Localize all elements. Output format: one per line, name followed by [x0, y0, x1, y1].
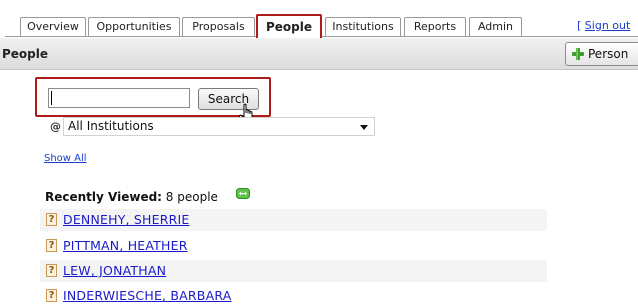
- recently-viewed-label: Recently Viewed:: [45, 190, 162, 204]
- add-person-label: Person: [588, 47, 629, 61]
- question-badge-icon: ?: [46, 239, 57, 252]
- list-item: ? INDERWIESCHE, BARBARA: [40, 285, 547, 307]
- page-title: People: [2, 47, 49, 61]
- show-all-link[interactable]: Show All: [44, 153, 87, 164]
- at-symbol-icon: @: [50, 120, 61, 133]
- tab-proposals[interactable]: Proposals: [182, 17, 255, 36]
- sign-out-link[interactable]: [ Sign out: [577, 19, 630, 32]
- person-link[interactable]: PITTMAN, HEATHER: [63, 238, 188, 253]
- plus-icon: [572, 48, 584, 60]
- question-badge-icon: ?: [46, 213, 57, 226]
- list-item: ? DENNEHY, SHERRIE: [40, 209, 547, 231]
- tab-institutions[interactable]: Institutions: [325, 17, 401, 36]
- person-link[interactable]: DENNEHY, SHERRIE: [63, 212, 190, 227]
- institution-select-value: All Institutions: [68, 119, 154, 133]
- tab-reports[interactable]: Reports: [404, 17, 466, 36]
- institution-select[interactable]: All Institutions: [63, 117, 375, 136]
- tab-admin[interactable]: Admin: [469, 17, 522, 36]
- add-person-button[interactable]: Person: [565, 42, 638, 66]
- list-item: ? LEW, JONATHAN: [40, 260, 547, 282]
- person-link[interactable]: INDERWIESCHE, BARBARA: [63, 288, 231, 303]
- question-badge-icon: ?: [46, 264, 57, 277]
- recently-viewed-count: 8 people: [165, 190, 218, 204]
- tab-overview[interactable]: Overview: [20, 17, 86, 36]
- header-band: [0, 38, 638, 70]
- sign-out-label[interactable]: Sign out: [585, 19, 631, 32]
- tab-opportunities[interactable]: Opportunities: [88, 17, 180, 36]
- list-item: ? PITTMAN, HEATHER: [40, 235, 547, 257]
- tab-people[interactable]: People: [256, 14, 322, 38]
- question-badge-icon: ?: [46, 289, 57, 302]
- recently-viewed-heading: Recently Viewed: 8 people: [45, 190, 218, 204]
- person-link[interactable]: LEW, JONATHAN: [63, 263, 166, 278]
- sign-out-bracket: [: [577, 19, 582, 32]
- refresh-icon[interactable]: [236, 187, 250, 200]
- tab-bar: Overview Opportunities Proposals People …: [0, 0, 638, 38]
- search-input[interactable]: [48, 88, 190, 108]
- text-cursor: [51, 91, 52, 105]
- chevron-down-icon: [360, 125, 368, 130]
